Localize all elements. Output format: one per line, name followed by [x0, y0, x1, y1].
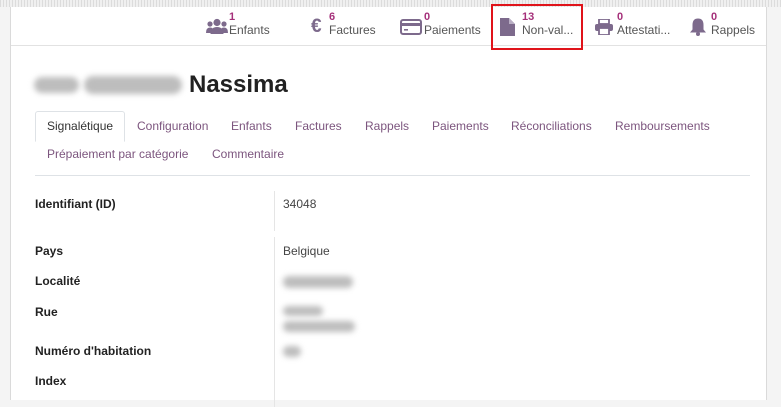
stat-button-attestations[interactable]: 0 Attestati... — [595, 7, 675, 45]
redacted-name — [84, 76, 182, 94]
users-icon — [206, 18, 228, 38]
label-localite: Localité — [35, 274, 81, 288]
tab-signaletique[interactable]: Signalétique — [35, 111, 126, 142]
tab-reconciliations[interactable]: Réconciliations — [511, 119, 592, 133]
stat-button-enfants[interactable]: 1 Enfants — [206, 7, 276, 45]
stat-label: Enfants — [229, 23, 270, 37]
stat-label: Attestati... — [617, 23, 671, 37]
tab-prepaiement-categorie[interactable]: Prépaiement par catégorie — [47, 147, 188, 161]
printer-icon — [595, 18, 613, 38]
tab-remboursements[interactable]: Remboursements — [615, 119, 710, 133]
tab-paiements[interactable]: Paiements — [432, 119, 489, 133]
label-index: Index — [35, 374, 67, 388]
stat-count: 1 — [229, 11, 236, 23]
stat-count: 0 — [424, 11, 431, 23]
stat-count: 0 — [711, 11, 718, 23]
stat-button-box: 1 Enfants € 6 Factures 0 Paiements 13 No… — [11, 4, 766, 50]
redacted-rue — [283, 321, 355, 332]
euro-icon: € — [311, 16, 322, 37]
stat-count: 0 — [617, 11, 624, 23]
stat-label: Paiements — [424, 23, 481, 37]
top-border-strip — [0, 0, 781, 7]
stat-label: Factures — [329, 23, 376, 37]
redacted-rue — [283, 306, 323, 316]
record-name: Nassima — [189, 71, 288, 98]
value-pays: Belgique — [283, 244, 330, 258]
bell-icon — [690, 18, 706, 39]
label-identifiant: Identifiant (ID) — [35, 197, 116, 211]
tab-rappels[interactable]: Rappels — [365, 119, 409, 133]
field-divider — [274, 191, 275, 231]
tab-factures[interactable]: Factures — [295, 119, 342, 133]
label-rue: Rue — [35, 305, 58, 319]
tab-configuration[interactable]: Configuration — [137, 119, 208, 133]
tab-enfants[interactable]: Enfants — [231, 119, 272, 133]
stat-button-factures[interactable]: € 6 Factures — [311, 7, 381, 45]
notebook-tabs: Signalétique Configuration Enfants Factu… — [35, 111, 750, 176]
credit-card-icon — [400, 19, 422, 38]
form-sheet: 1 Enfants € 6 Factures 0 Paiements 13 No… — [10, 4, 767, 407]
value-identifiant: 34048 — [283, 197, 317, 211]
tab-commentaire[interactable]: Commentaire — [212, 147, 284, 161]
label-numero: Numéro d'habitation — [35, 344, 152, 358]
stat-button-paiements[interactable]: 0 Paiements — [400, 7, 484, 45]
stat-button-rappels[interactable]: 0 Rappels — [690, 7, 760, 45]
stat-count: 6 — [329, 11, 336, 23]
redacted-name — [34, 77, 79, 93]
label-pays: Pays — [35, 244, 64, 258]
redacted-localite — [283, 276, 353, 288]
stat-label: Rappels — [711, 23, 756, 37]
highlight-box — [491, 4, 583, 50]
record-title: Nassima — [34, 71, 434, 101]
redacted-numero — [283, 346, 301, 357]
field-divider — [274, 237, 275, 407]
